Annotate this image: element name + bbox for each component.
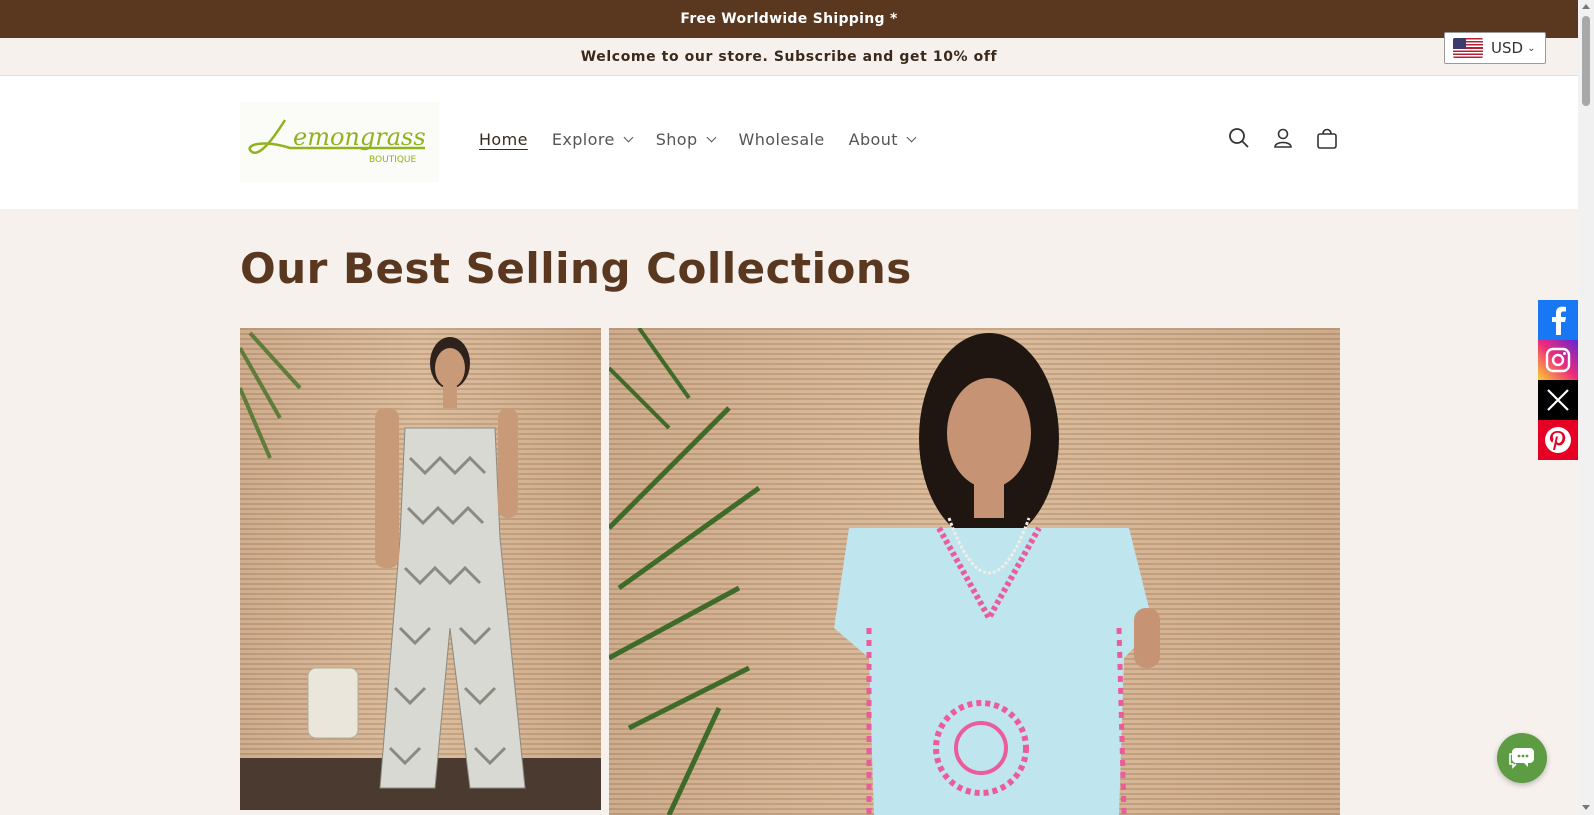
scrollbar-thumb[interactable] — [1582, 16, 1590, 106]
nav-explore-label: Explore — [551, 130, 615, 149]
main-nav: Home Explore Shop Wholesale About — [479, 130, 917, 149]
logo[interactable]: emongrass BOUTIQUE — [240, 102, 439, 182]
social-share-bar — [1538, 300, 1578, 460]
x-twitter-icon[interactable] — [1538, 380, 1578, 420]
nav-about-label: About — [848, 130, 898, 149]
welcome-bar: Welcome to our store. Subscribe and get … — [0, 38, 1578, 76]
currency-selector[interactable]: USD ⌄ — [1444, 32, 1546, 64]
nav-shop[interactable]: Shop — [655, 130, 716, 149]
collection-title: Our Best Selling Collections — [240, 244, 912, 293]
account-icon[interactable] — [1272, 126, 1294, 150]
nav-shop-label: Shop — [655, 130, 698, 149]
us-flag-icon — [1453, 38, 1483, 58]
nav-explore[interactable]: Explore — [551, 130, 634, 149]
kaftan-model-illustration — [609, 328, 1160, 815]
nav-home[interactable]: Home — [479, 130, 528, 149]
announcement-text: Free Worldwide Shipping * — [680, 11, 898, 27]
collection-image-jumpsuit[interactable] — [240, 328, 601, 810]
chevron-down-icon: ⌄ — [1527, 42, 1536, 54]
scroll-down-arrow-icon[interactable] — [1582, 805, 1590, 810]
instagram-icon[interactable] — [1538, 340, 1578, 380]
cart-icon[interactable] — [1316, 126, 1338, 150]
chevron-down-icon — [706, 132, 716, 143]
announcement-bar: Free Worldwide Shipping * — [0, 0, 1578, 38]
svg-text:emongrass: emongrass — [293, 123, 426, 151]
header-icons — [1228, 126, 1338, 150]
nav-about[interactable]: About — [848, 130, 917, 149]
nav-home-label: Home — [479, 130, 528, 149]
chat-widget-button[interactable] — [1497, 733, 1547, 783]
page-scrollbar[interactable] — [1578, 0, 1594, 815]
welcome-text: Welcome to our store. Subscribe and get … — [580, 48, 998, 65]
nav-wholesale-label: Wholesale — [738, 130, 825, 149]
currency-code: USD — [1491, 39, 1524, 57]
search-icon[interactable] — [1228, 126, 1250, 150]
jumpsuit-model-illustration — [240, 331, 601, 810]
chevron-down-icon — [623, 132, 634, 143]
nav-wholesale[interactable]: Wholesale — [739, 130, 825, 149]
pinterest-icon[interactable] — [1538, 420, 1578, 460]
collection-image-kaftan[interactable] — [609, 328, 1340, 815]
chevron-down-icon — [906, 132, 917, 143]
scroll-up-arrow-icon[interactable] — [1582, 4, 1590, 9]
lemongrass-logo-icon: emongrass BOUTIQUE — [248, 119, 426, 165]
chat-bubble-icon — [1509, 748, 1534, 769]
site-header: emongrass BOUTIQUE Home Explore Shop Who… — [0, 76, 1578, 209]
facebook-icon[interactable] — [1538, 300, 1578, 340]
svg-text:BOUTIQUE: BOUTIQUE — [369, 155, 417, 165]
